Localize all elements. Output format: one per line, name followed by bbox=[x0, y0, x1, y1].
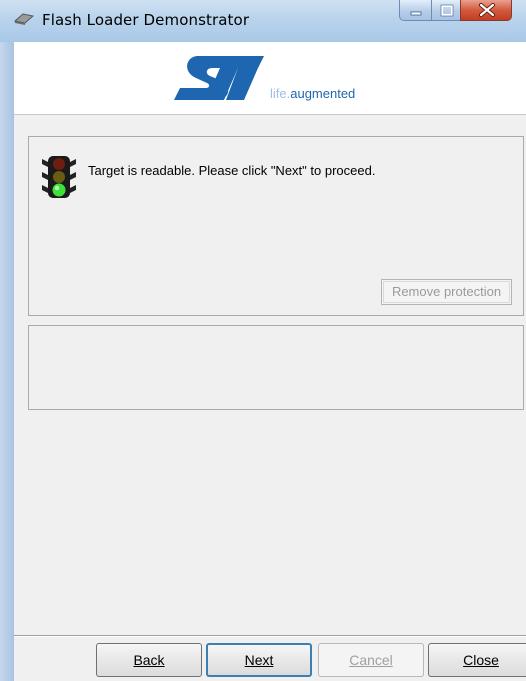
window-frame-left bbox=[0, 42, 14, 681]
cancel-button-label: Cancel bbox=[349, 652, 393, 668]
footer-separator bbox=[14, 635, 526, 637]
back-button[interactable]: Back bbox=[96, 643, 202, 677]
window-title: Flash Loader Demonstrator bbox=[42, 11, 250, 29]
header-banner: life.augmented bbox=[14, 42, 526, 115]
tagline-life: life. bbox=[270, 86, 291, 101]
minimize-button[interactable] bbox=[399, 0, 432, 21]
window-close-button[interactable] bbox=[460, 0, 512, 21]
next-button-label: Next bbox=[244, 652, 274, 668]
next-button[interactable]: Next bbox=[206, 643, 312, 677]
maximize-icon bbox=[440, 4, 454, 17]
info-panel bbox=[28, 325, 524, 410]
caption-buttons bbox=[399, 0, 524, 22]
status-message: Target is readable. Please click "Next" … bbox=[88, 163, 376, 178]
tagline-augmented: augmented bbox=[290, 86, 356, 101]
close-button[interactable]: Close bbox=[428, 643, 526, 677]
status-panel: Target is readable. Please click "Next" … bbox=[28, 136, 524, 316]
minimize-icon bbox=[410, 11, 422, 16]
close-icon bbox=[479, 3, 495, 17]
remove-protection-button[interactable]: Remove protection bbox=[381, 279, 512, 305]
back-button-label: Back bbox=[133, 652, 165, 668]
title-bar[interactable]: Flash Loader Demonstrator bbox=[0, 0, 526, 42]
cancel-button[interactable]: Cancel bbox=[318, 643, 424, 677]
st-tagline: life.augmented bbox=[270, 86, 355, 101]
traffic-light-green-icon bbox=[42, 156, 76, 198]
maximize-button[interactable] bbox=[431, 0, 461, 21]
wizard-client-area: life.augmented Target is readable. Pleas… bbox=[14, 42, 526, 681]
close-button-label: Close bbox=[463, 652, 499, 668]
app-icon bbox=[14, 13, 34, 25]
st-logo-icon bbox=[174, 56, 264, 100]
